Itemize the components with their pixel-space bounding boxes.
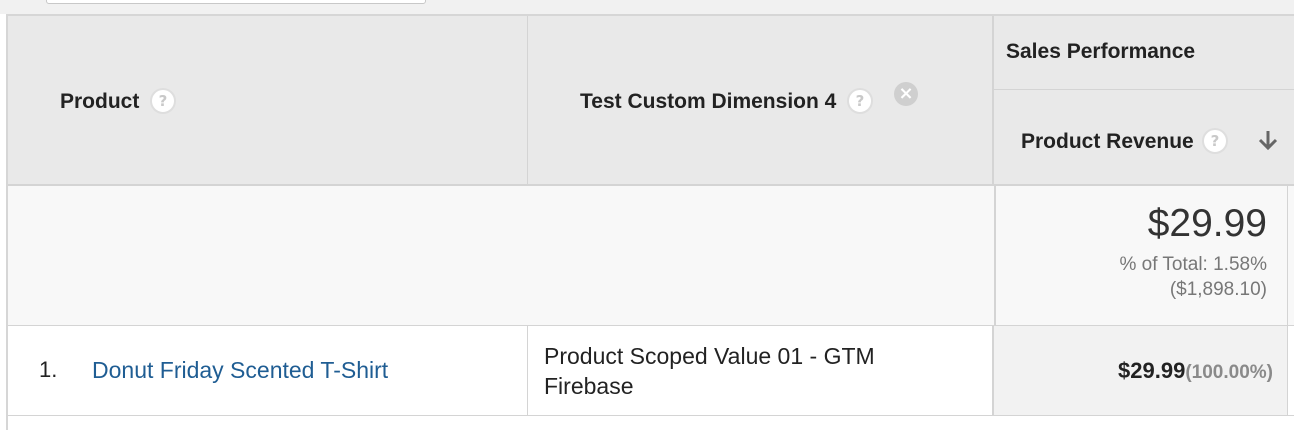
revenue-value-group: $29.99(100.00%)	[1118, 358, 1273, 384]
column-header-dimension[interactable]: Test Custom Dimension 4 ? ×	[528, 16, 994, 186]
revenue-cell: $29.99(100.00%)	[994, 326, 1288, 415]
column-header-product[interactable]: Product ?	[8, 16, 528, 186]
summary-product-revenue: $29.99 % of Total: 1.58% ($1,898.10)	[994, 186, 1288, 325]
report-table-view: Product ? Test Custom Dimension 4 ? × Sa…	[0, 0, 1294, 430]
dimension-cell: Product Scoped Value 01 - GTM Firebase	[528, 326, 994, 415]
dimension-value: Product Scoped Value 01 - GTM Firebase	[544, 343, 875, 399]
toolbar-strip	[0, 0, 1294, 14]
summary-total-value: $29.99	[1147, 202, 1267, 245]
product-cell: 1. Donut Friday Scented T-Shirt	[8, 326, 528, 415]
revenue-share: (100.00%)	[1185, 362, 1273, 383]
column-header-product-revenue-label[interactable]: Product Revenue	[1021, 130, 1194, 154]
help-icon[interactable]: ?	[1202, 128, 1228, 154]
summary-row: $29.99 % of Total: 1.58% ($1,898.10)	[8, 186, 1294, 326]
help-icon[interactable]: ?	[847, 88, 873, 114]
summary-grand-total: ($1,898.10)	[1169, 279, 1267, 300]
column-group-header: Sales Performance	[994, 16, 1294, 90]
row-index: 1.	[39, 357, 58, 382]
table-footer-space	[8, 416, 1294, 430]
summary-percent-of-total: % of Total: 1.58%	[1119, 254, 1267, 275]
column-group-sales-performance: Sales Performance Product Revenue ?	[994, 16, 1294, 186]
product-link[interactable]: Donut Friday Scented T-Shirt	[92, 357, 388, 384]
help-icon[interactable]: ?	[150, 88, 176, 114]
arrow-down-icon[interactable]	[1256, 128, 1280, 152]
column-header-product-label[interactable]: Product	[60, 90, 139, 114]
close-icon[interactable]: ×	[894, 82, 918, 106]
table-row: 1. Donut Friday Scented T-Shirt Product …	[8, 326, 1294, 416]
column-header-dimension-label[interactable]: Test Custom Dimension 4	[580, 90, 836, 114]
revenue-value: $29.99	[1118, 358, 1186, 383]
column-header-product-revenue[interactable]: Product Revenue ?	[994, 90, 1294, 184]
column-group-label: Sales Performance	[1006, 40, 1196, 63]
search-input[interactable]	[46, 0, 426, 4]
data-table: Product ? Test Custom Dimension 4 ? × Sa…	[6, 14, 1294, 430]
